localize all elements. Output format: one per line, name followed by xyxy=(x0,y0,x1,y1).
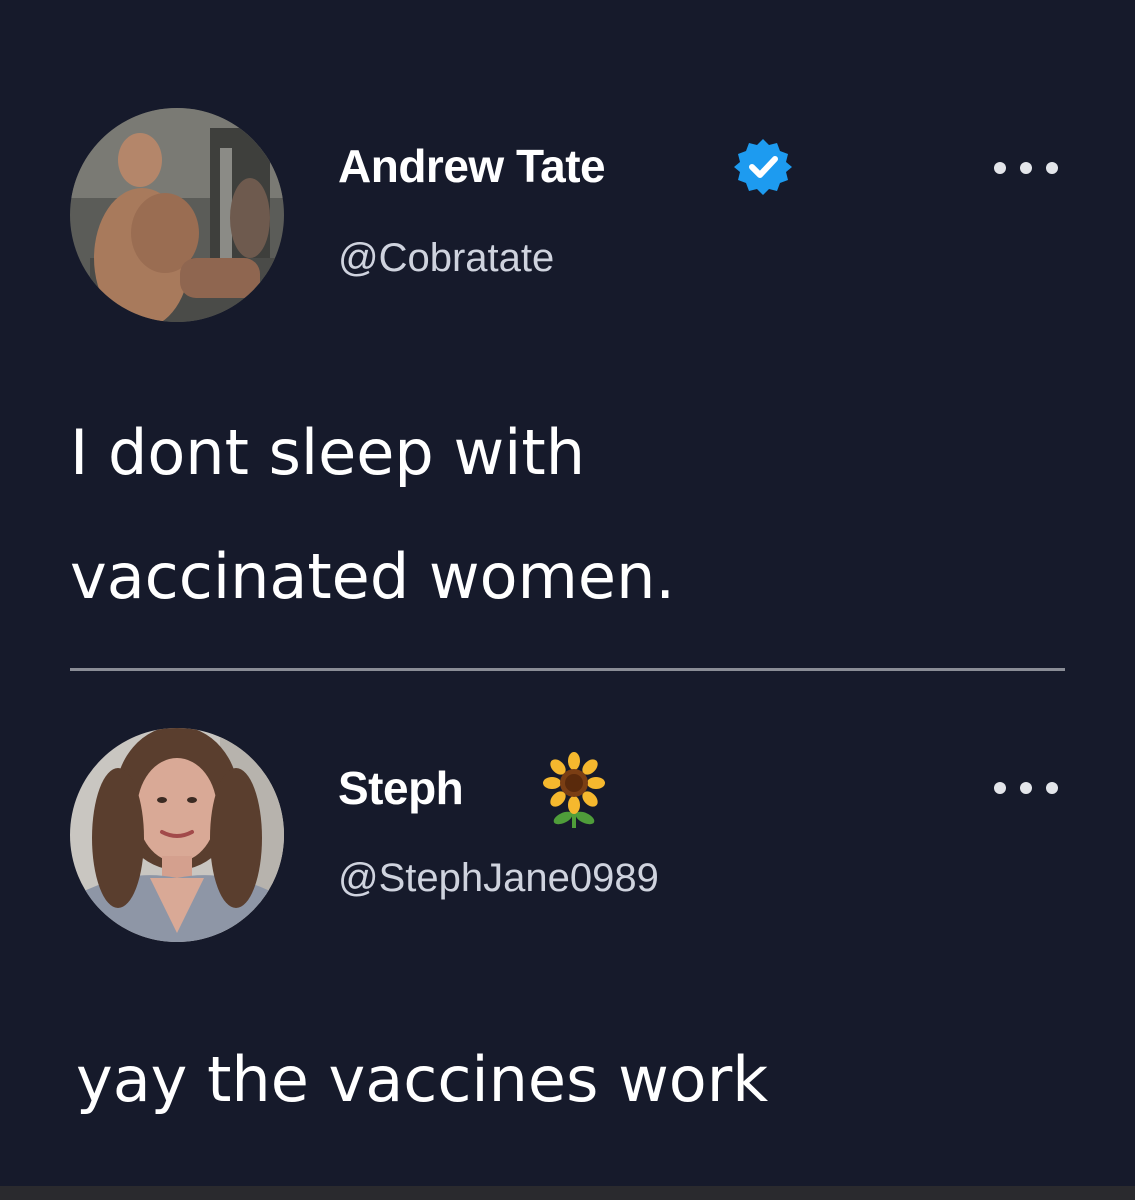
tweet-text-line-2: vaccinated women. xyxy=(70,540,676,613)
reply-avatar-photo xyxy=(70,728,284,942)
verified-badge-icon xyxy=(732,136,794,198)
more-options-icon[interactable] xyxy=(990,158,1062,178)
divider xyxy=(70,668,1065,671)
author-handle[interactable]: @Cobratate xyxy=(338,238,554,278)
author-avatar-photo xyxy=(70,108,284,322)
tweet-text-line-1: I dont sleep with xyxy=(70,416,586,489)
sunflower-icon xyxy=(537,752,611,830)
reply-text: yay the vaccines work xyxy=(76,1043,769,1116)
bottom-edge xyxy=(0,1186,1135,1200)
author-avatar[interactable] xyxy=(70,108,284,322)
author-display-name[interactable]: Andrew Tate xyxy=(338,143,606,189)
reply-display-name[interactable]: Steph xyxy=(338,765,464,811)
more-options-icon[interactable] xyxy=(990,778,1062,798)
reply-avatar[interactable] xyxy=(70,728,284,942)
screenshot-page: Andrew Tate @Cobratate I dont sleep with… xyxy=(0,0,1135,1200)
reply-handle[interactable]: @StephJane0989 xyxy=(338,858,659,898)
